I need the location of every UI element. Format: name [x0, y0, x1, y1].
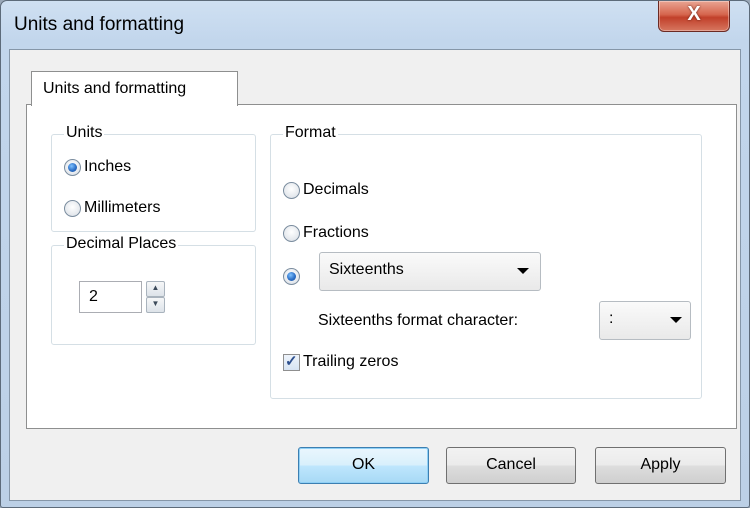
radio-label-decimals: Decimals [303, 181, 369, 198]
spin-up-button[interactable]: ▲ [146, 281, 165, 297]
tab-label: Units and formatting [43, 80, 187, 97]
title-bar[interactable]: Units and formatting X [1, 1, 749, 49]
dialog-window: Units and formatting X Units and formatt… [0, 0, 750, 508]
units-group: Units Inches Millimeters [51, 124, 256, 232]
decimal-places-input[interactable]: 2 [79, 281, 142, 313]
ok-button-label: OK [351, 456, 376, 473]
spin-down-button[interactable]: ▼ [146, 297, 165, 313]
cancel-button-label: Cancel [486, 456, 536, 473]
decimal-places-group: Decimal Places 2 ▲ ▼ [51, 235, 256, 345]
format-char-select[interactable]: : [599, 301, 691, 340]
fraction-type-select[interactable]: Sixteenths [319, 252, 541, 291]
radio-button-inches[interactable] [64, 159, 81, 176]
radio-label-fractions: Fractions [303, 224, 369, 241]
apply-button-label: Apply [640, 456, 681, 473]
radio-button-millimeters[interactable] [64, 200, 81, 217]
radio-label-inches: Inches [84, 158, 132, 175]
checkmark-icon: ✓ [285, 353, 298, 370]
chevron-down-icon [670, 317, 682, 323]
apply-button[interactable]: Apply [595, 447, 726, 484]
radio-button-decimals[interactable] [283, 182, 300, 199]
cancel-button[interactable]: Cancel [446, 447, 576, 484]
tab-page: Units Inches Millimeters Decimal Places … [26, 104, 737, 429]
spin-down-icon: ▼ [151, 299, 160, 308]
format-group: Format Decimals Fractions Sixteenths Six… [270, 124, 702, 399]
close-button[interactable]: X [658, 1, 730, 32]
spin-up-icon: ▲ [151, 283, 160, 292]
close-icon: X [687, 3, 701, 25]
ok-button[interactable]: OK [298, 447, 429, 484]
format-group-label: Format [283, 124, 338, 142]
trailing-zeros-label: Trailing zeros [303, 353, 399, 370]
tab-units-and-formatting[interactable]: Units and formatting [31, 71, 238, 106]
format-char-value: : [609, 310, 614, 327]
decimal-places-value: 2 [89, 288, 98, 305]
format-char-label: Sixteenths format character: [318, 312, 519, 329]
radio-button-fractions[interactable] [283, 225, 300, 242]
radio-label-millimeters: Millimeters [84, 199, 161, 216]
radio-button-fraction-type[interactable] [283, 268, 300, 285]
trailing-zeros-checkbox[interactable]: ✓ [283, 353, 300, 371]
radio-fraction-type[interactable] [283, 267, 303, 289]
dialog-client-area: Units and formatting Units Inches Millim… [9, 49, 741, 501]
window-title: Units and formatting [14, 14, 185, 35]
chevron-down-icon [517, 268, 529, 274]
decimal-places-spinner[interactable]: ▲ ▼ [146, 281, 165, 313]
decimal-places-group-label: Decimal Places [64, 235, 179, 253]
fraction-type-value: Sixteenths [329, 261, 404, 278]
units-group-label: Units [64, 124, 105, 142]
